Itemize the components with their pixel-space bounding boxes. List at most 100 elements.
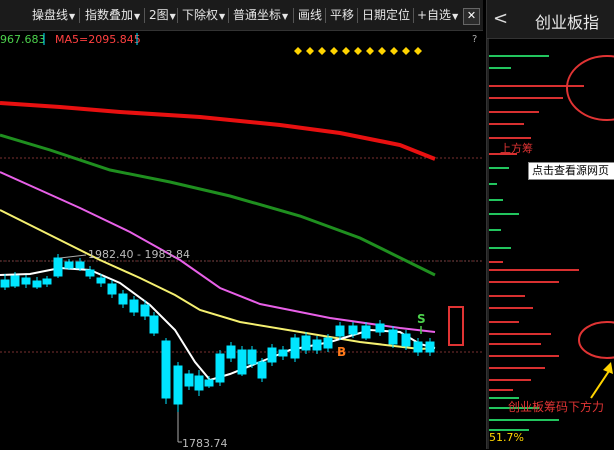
candle-body	[312, 339, 322, 351]
dropdown-arrow-icon: ▼	[134, 12, 141, 21]
candle-body	[75, 261, 85, 269]
signal-diamond-icon	[366, 47, 374, 55]
ma-red-line	[0, 101, 436, 161]
candle-body	[348, 325, 358, 335]
annotation-arrow	[590, 367, 612, 399]
candle-body	[361, 325, 371, 339]
toolbar-button-panline[interactable]: 操盘线▼	[30, 7, 77, 24]
candle-body	[375, 323, 385, 333]
toolbar-separator	[144, 8, 145, 23]
highlight-box	[448, 306, 464, 346]
buy-signal-marker: B	[337, 345, 346, 359]
toolbar-button-add-watchlist[interactable]: +自选▼	[415, 7, 460, 24]
close-icon: ✕	[466, 9, 477, 22]
candle-body	[42, 278, 52, 285]
dropdown-arrow-icon: ▼	[69, 12, 76, 21]
signal-diamond-icon	[390, 47, 398, 55]
chip-percentage: 51.7%	[489, 431, 524, 444]
candle-body	[184, 373, 194, 387]
candle-body	[301, 335, 311, 351]
signal-diamond-icon	[306, 47, 314, 55]
toolbar-separator	[413, 8, 414, 23]
candlestick-chart[interactable]: SB	[0, 30, 483, 449]
toolbar-button-ex-rights[interactable]: 下除权▼	[180, 7, 227, 24]
candle-body	[278, 349, 288, 357]
panel-header: < 创业板指	[487, 0, 614, 39]
toolbar-button-draw-line[interactable]: 画线	[296, 7, 324, 24]
candle-body	[0, 279, 10, 288]
chip-distribution-panel: < 创业板指	[486, 0, 614, 449]
signal-diamond-icon	[330, 47, 338, 55]
highlight-ellipse	[578, 321, 614, 359]
signal-diamond-icon	[354, 47, 362, 55]
toolbar-button-date-locate[interactable]: 日期定位	[360, 7, 412, 24]
ma-green-line	[0, 133, 436, 277]
toolbar-separator	[79, 8, 80, 23]
toolbar-button-label: 普通坐标	[233, 8, 282, 22]
toolbar-separator	[228, 8, 229, 23]
toolbar-button-label: +自选	[417, 8, 452, 22]
price-range-label: 1982.40 - 1983.84	[88, 248, 190, 261]
price-range-pointer	[59, 254, 87, 259]
toolbar-separator	[325, 8, 326, 23]
back-chevron-icon[interactable]: <	[493, 8, 508, 29]
toolbar-button-label: 2图	[149, 8, 169, 22]
candle-body	[401, 333, 411, 347]
view-source-tooltip[interactable]: 点击查看源网页	[528, 162, 614, 180]
toolbar-button-label: 指数叠加	[85, 8, 134, 22]
candle-body	[64, 261, 74, 269]
toolbar-separator	[177, 8, 178, 23]
sell-signal-marker: S	[417, 312, 426, 326]
candle-body	[32, 280, 42, 288]
candle-body	[425, 341, 435, 353]
highlight-ellipse	[566, 55, 614, 121]
candle-body	[215, 353, 225, 383]
toolbar-button-pan[interactable]: 平移	[328, 7, 356, 24]
toolbar-button-label: 平移	[330, 8, 355, 22]
dropdown-arrow-icon: ▼	[219, 12, 226, 21]
signal-diamond-icon	[414, 47, 422, 55]
overlay-red-text: 上方筹	[500, 142, 533, 155]
chip-distribution-chart	[487, 38, 614, 449]
toolbar-button-two-charts[interactable]: 2图▼	[147, 7, 178, 24]
toolbar-button-label: 操盘线	[32, 8, 69, 22]
dropdown-arrow-icon: ▼	[282, 12, 289, 21]
signal-diamond-icon	[294, 47, 302, 55]
dropdown-arrow-icon: ▼	[452, 12, 459, 21]
candle-body	[161, 340, 171, 399]
toolbar-button-coordinates[interactable]: 普通坐标▼	[231, 7, 290, 24]
signal-diamond-icon	[402, 47, 410, 55]
price-low-label: 1783.74	[182, 437, 228, 450]
candle-body	[323, 337, 333, 349]
toolbar-button-label: 画线	[298, 8, 323, 22]
candle-body	[21, 277, 31, 285]
candle-body	[85, 269, 95, 277]
candle-body	[149, 315, 159, 334]
panel-title: 创业板指	[535, 13, 600, 32]
annotation-text: 创业板筹码下方力	[508, 400, 605, 414]
dropdown-arrow-icon: ▼	[169, 12, 176, 21]
candle-body	[173, 365, 183, 405]
toolbar-button-index-overlay[interactable]: 指数叠加▼	[83, 7, 142, 24]
signal-diamond-icon	[342, 47, 350, 55]
candle-body	[10, 275, 20, 287]
candle-body	[107, 283, 117, 295]
chart-toolbar: 操盘线▼ 指数叠加▼ 2图▼ 下除权▼ 普通坐标▼ 画线 平移 日期定位 +自选…	[0, 0, 483, 31]
toolbar-separator	[293, 8, 294, 23]
candle-body	[290, 337, 300, 359]
candle-body	[257, 361, 267, 379]
candle-body	[53, 257, 63, 277]
candle-body	[96, 277, 106, 284]
candle-body	[388, 329, 398, 345]
candle-body	[247, 349, 257, 365]
candle-body	[118, 293, 128, 305]
ma-magenta-line	[0, 171, 436, 333]
close-button[interactable]: ✕	[463, 8, 480, 25]
candle-body	[413, 341, 423, 353]
candle-body	[194, 375, 204, 391]
candle-body	[267, 347, 277, 363]
toolbar-separator	[357, 8, 358, 23]
candle-body	[204, 379, 214, 387]
signal-diamond-icon	[378, 47, 386, 55]
candle-body	[237, 349, 247, 375]
